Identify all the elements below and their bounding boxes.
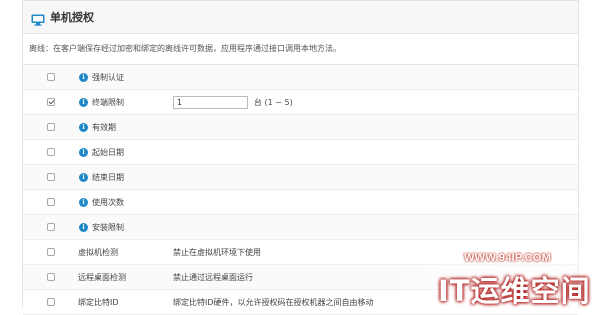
option-label-cell: i 安装限制 (78, 222, 173, 233)
info-icon[interactable]: i (79, 222, 88, 232)
option-checkbox[interactable] (46, 73, 55, 81)
checkbox-cell (23, 198, 78, 206)
checkbox-cell (23, 98, 78, 106)
option-value-cell: 绑定比特ID硬件，以允许授权码在授权机器之间自由移动 (173, 297, 374, 308)
option-value-cell: 禁止在虚拟机环境下使用 (173, 247, 261, 258)
option-label-cell: i 有效期 (78, 122, 173, 133)
option-label-cell: 远程桌面检测 (78, 272, 173, 283)
panel-description: 离线：在客户端保存经过加密和绑定的离线许可数据，应用程序通过接口调用本地方法。 (23, 34, 578, 65)
info-icon[interactable]: i (79, 172, 88, 182)
checkbox-cell (23, 248, 78, 256)
option-label-cell: i 终端限制 (78, 97, 173, 108)
info-icon[interactable]: i (79, 197, 88, 207)
option-checkbox[interactable] (46, 223, 55, 231)
option-label: 有效期 (92, 122, 116, 132)
terminal-limit-input[interactable] (173, 95, 248, 109)
panel-title: 单机授权 (50, 11, 94, 24)
checkbox-cell (23, 173, 78, 181)
option-row: i 有效期 (23, 115, 578, 140)
checkbox-cell (23, 223, 78, 231)
option-label: 结束日期 (92, 172, 124, 182)
option-checkbox[interactable] (46, 98, 55, 106)
option-label: 远程桌面检测 (78, 272, 126, 282)
option-label-cell: i 强制认证 (78, 72, 173, 83)
option-value-cell: 台 (1 ~ 5) (173, 95, 293, 109)
checkbox-cell (23, 273, 78, 281)
option-row: i 使用次数 (23, 190, 578, 215)
option-checkbox[interactable] (46, 148, 55, 156)
info-icon[interactable]: i (79, 97, 88, 107)
watermark-domain: WWW.94IP.COM (464, 252, 552, 264)
option-value-text: 绑定比特ID硬件，以允许授权码在授权机器之间自由移动 (173, 297, 374, 307)
option-checkbox[interactable] (46, 173, 55, 181)
checkbox-cell (23, 123, 78, 131)
option-label: 虚拟机检测 (78, 247, 118, 257)
option-label: 使用次数 (92, 197, 124, 207)
checkbox-cell (23, 73, 78, 81)
option-label-cell: 虚拟机检测 (78, 247, 173, 258)
option-value-text: 台 (1 ~ 5) (254, 97, 293, 107)
option-checkbox[interactable] (46, 273, 55, 281)
panel-header: 单机授权 (23, 1, 578, 34)
option-label-cell: i 起始日期 (78, 147, 173, 158)
option-value-text: 禁止在虚拟机环境下使用 (173, 247, 261, 257)
option-row: i 起始日期 (23, 140, 578, 165)
info-icon[interactable]: i (79, 147, 88, 157)
option-label: 强制认证 (92, 72, 124, 82)
option-checkbox[interactable] (46, 123, 55, 131)
option-value-cell: 禁止通过远程桌面运行 (173, 272, 253, 283)
monitor-icon (31, 11, 45, 26)
checkbox-cell (23, 148, 78, 156)
option-label-cell: i 使用次数 (78, 197, 173, 208)
option-row: i 安装限制 (23, 215, 578, 240)
option-row: i 结束日期 (23, 165, 578, 190)
option-label-cell: 绑定比特ID (78, 297, 173, 308)
checkbox-cell (23, 298, 78, 306)
option-label: 绑定比特ID (78, 297, 119, 307)
option-row: i 强制认证 (23, 65, 578, 90)
option-label: 起始日期 (92, 147, 124, 157)
watermark-brand: IT运维空间 (438, 274, 591, 308)
option-checkbox[interactable] (46, 248, 55, 256)
info-icon[interactable]: i (79, 72, 88, 82)
option-label: 终端限制 (92, 97, 124, 107)
option-value-text: 禁止通过远程桌面运行 (173, 272, 253, 282)
info-icon[interactable]: i (79, 122, 88, 132)
option-checkbox[interactable] (46, 198, 55, 206)
option-checkbox[interactable] (46, 298, 55, 306)
option-label-cell: i 结束日期 (78, 172, 173, 183)
option-row: i 终端限制 台 (1 ~ 5) (23, 90, 578, 115)
option-label: 安装限制 (92, 222, 124, 232)
